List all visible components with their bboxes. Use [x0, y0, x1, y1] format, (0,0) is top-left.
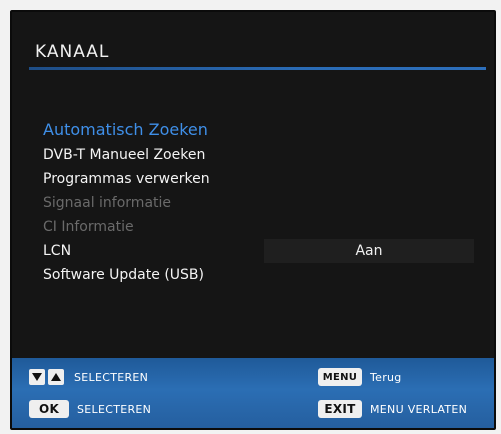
menu-hint-text: Terug: [370, 370, 402, 384]
down-arrow-icon: [29, 369, 45, 385]
menu-item-label: CI Informatie: [43, 219, 134, 235]
menu-item-label: Signaal informatie: [43, 195, 172, 211]
page-title: KANAAL: [35, 42, 110, 62]
nav-hint-text: SELECTEREN: [74, 370, 149, 384]
channel-menu: Automatisch Zoeken DVB-T Manueel Zoeken …: [43, 117, 474, 287]
ok-key-icon: OK: [29, 400, 69, 418]
exit-hint-text: MENU VERLATEN: [370, 402, 468, 416]
menu-item-lcn[interactable]: LCN Aan: [43, 239, 474, 263]
ok-hint: OK SELECTEREN: [29, 398, 151, 420]
tv-menu-window: KANAAL Automatisch Zoeken DVB-T Manueel …: [10, 10, 496, 430]
exit-key-icon: EXIT: [318, 400, 362, 418]
nav-hint: SELECTEREN: [29, 366, 148, 388]
ok-hint-text: SELECTEREN: [77, 402, 152, 416]
menu-item-dvbt-manueel-zoeken[interactable]: DVB-T Manueel Zoeken: [43, 143, 473, 167]
menu-item-label: Automatisch Zoeken: [43, 120, 208, 139]
menu-item-signaal-informatie: Signaal informatie: [43, 191, 473, 215]
title-divider: [29, 67, 486, 70]
menu-item-label: Programmas verwerken: [43, 171, 210, 187]
menu-item-automatisch-zoeken[interactable]: Automatisch Zoeken: [43, 117, 473, 143]
up-arrow-icon: [48, 369, 64, 385]
exit-hint: EXIT MENU VERLATEN: [318, 398, 467, 420]
menu-item-programmas-verwerken[interactable]: Programmas verwerken: [43, 167, 473, 191]
menu-hint: MENU Terug: [318, 366, 402, 388]
menu-item-ci-informatie: CI Informatie: [43, 215, 473, 239]
menu-item-label: Software Update (USB): [43, 267, 204, 283]
menu-item-label: LCN: [43, 243, 72, 259]
lcn-value-selector[interactable]: Aan: [264, 239, 474, 263]
menu-key-icon: MENU: [318, 368, 362, 386]
key-hint-bar: SELECTEREN OK SELECTEREN MENU Terug EXIT…: [12, 358, 494, 428]
menu-item-label: DVB-T Manueel Zoeken: [43, 147, 206, 163]
menu-item-software-update[interactable]: Software Update (USB): [43, 263, 473, 287]
